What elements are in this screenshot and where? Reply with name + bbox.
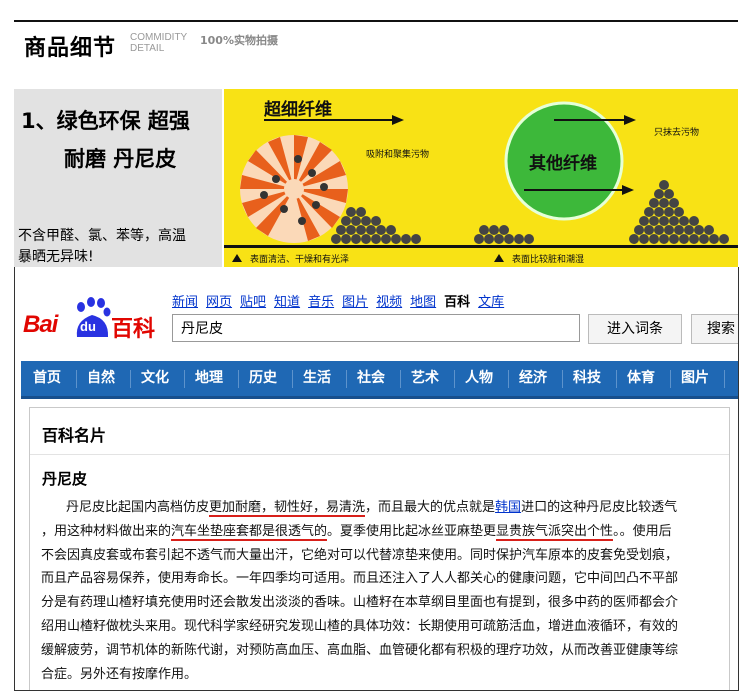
highlighted-text: 汽车坐垫座套都是很透气的 bbox=[171, 523, 328, 541]
paragraph-line: ，用这种材料做出来的汽车坐垫座套都是很透气的。夏季使用比起冰丝亚麻垫更显贵族气派… bbox=[41, 520, 731, 544]
baike-screenshot: Bai du 百科 新闻 网页 贴吧 知道 音乐 图片 视频 地图 百科 文库 丹尼皮 进入词条 … bbox=[14, 267, 739, 691]
text-span: 进口的这种丹尼皮比较透气 bbox=[521, 500, 678, 515]
category-divider bbox=[76, 370, 77, 388]
triangle-icon bbox=[494, 254, 504, 262]
nav-link-map[interactable]: 地图 bbox=[410, 295, 436, 310]
paragraph-line: 合症。另外还有按摩作用。 bbox=[41, 666, 198, 682]
feature-text-panel: 1、绿色环保 超强 耐磨 丹尼皮 不含甲醛、氯、苯等，高温 暴晒无异味! bbox=[14, 89, 222, 267]
category-technology[interactable]: 科技 bbox=[573, 361, 601, 396]
category-nature[interactable]: 自然 bbox=[87, 361, 115, 396]
logo-text-baike: 百科 bbox=[111, 317, 156, 342]
microfiber-title: 超细纤维 bbox=[264, 100, 332, 120]
panel-divider bbox=[30, 454, 729, 455]
search-input[interactable]: 丹尼皮 bbox=[172, 314, 580, 342]
highlighted-text: 更加耐磨，韧性好，易清洗 bbox=[209, 500, 366, 517]
logo-text-du: du bbox=[80, 319, 96, 334]
nav-link-zhidao[interactable]: 知道 bbox=[274, 295, 300, 310]
caption-left: 表面清洁、干燥和有光泽 bbox=[250, 255, 350, 265]
nav-link-baike-current[interactable]: 百科 bbox=[444, 295, 470, 310]
category-divider bbox=[508, 370, 509, 388]
other-fiber-title: 其他纤维 bbox=[529, 154, 597, 174]
paragraph-line: 不会因真皮套或布套引起不透气而大量出汗，它绝对可以代替凉垫来使用。同时保护汽车原… bbox=[41, 547, 679, 563]
category-home[interactable]: 首页 bbox=[33, 361, 61, 396]
fiber-comparison-illustration: 超细纤维 吸附和聚集污物 其他纤维 只抹去污物 表面清洁、干燥和有光泽 表面比较… bbox=[224, 89, 738, 267]
text-span: ，用这种材料做出来的 bbox=[41, 523, 172, 539]
nav-link-web[interactable]: 网页 bbox=[206, 295, 232, 310]
nav-link-music[interactable]: 音乐 bbox=[308, 295, 334, 310]
english-line-1: COMMIDITY bbox=[130, 32, 188, 43]
paragraph-line: 分是有药理山楂籽填充使用时还会散发出淡淡的香味。山楂籽在本草纲目里面也有提到，很… bbox=[41, 595, 679, 611]
microfiber-label: 吸附和聚集污物 bbox=[366, 150, 430, 160]
category-divider bbox=[400, 370, 401, 388]
category-divider bbox=[346, 370, 347, 388]
feature-headline-1: 1、绿色环保 超强 bbox=[21, 109, 190, 133]
category-divider bbox=[184, 370, 185, 388]
nav-link-wenku[interactable]: 文库 bbox=[478, 295, 504, 310]
paragraph-line: 缓解疲劳，调节机体的新陈代谢，对预防高血压、高血脂、血管硬化都有积极的理疗功效，… bbox=[41, 642, 679, 658]
entry-paragraph: 丹尼皮比起国内高档仿皮更加耐磨，韧性好，易清洗，而且最大的优点就是韩国进口的这种… bbox=[41, 496, 731, 686]
microfiber-fan-icon bbox=[240, 135, 348, 243]
highlighted-text: 显贵族气派突出个性 bbox=[496, 523, 614, 541]
paragraph-line: 丹尼皮比起国内高档仿皮更加耐磨，韧性好，易清洗，而且最大的优点就是韩国进口的这种… bbox=[41, 496, 731, 520]
category-nav-bar: 首页 自然 文化 地理 历史 生活 社会 艺术 人物 经济 科技 体育 图片 bbox=[21, 361, 738, 399]
category-divider bbox=[616, 370, 617, 388]
category-economy[interactable]: 经济 bbox=[519, 361, 547, 396]
text-span: ，而且最大的优点就是 bbox=[365, 500, 496, 515]
nav-link-news[interactable]: 新闻 bbox=[172, 295, 198, 310]
category-history[interactable]: 历史 bbox=[249, 361, 277, 396]
dirt-particles-left bbox=[331, 207, 421, 244]
baidu-baike-logo[interactable]: Bai du 百科 bbox=[23, 297, 163, 342]
entry-title: 丹尼皮 bbox=[42, 470, 88, 488]
category-society[interactable]: 社会 bbox=[357, 361, 385, 396]
paragraph-line: 而且产品容易保养，使用寿命长。一年四季均可适用。而且还注入了人人都关心的健康问题… bbox=[41, 571, 679, 587]
search-button[interactable]: 搜索 bbox=[691, 314, 738, 344]
section-title: 商品细节 bbox=[24, 36, 117, 61]
nav-link-video[interactable]: 视频 bbox=[376, 295, 402, 310]
category-life[interactable]: 生活 bbox=[303, 361, 331, 396]
category-art[interactable]: 艺术 bbox=[411, 361, 439, 396]
caption-right: 表面比较脏和潮湿 bbox=[512, 255, 585, 265]
panel-title: 百科名片 bbox=[42, 426, 107, 445]
text-span: 。夏季使用比起冰丝亚麻垫更 bbox=[327, 523, 497, 539]
category-divider bbox=[292, 370, 293, 388]
nav-link-images[interactable]: 图片 bbox=[342, 295, 368, 310]
category-divider bbox=[562, 370, 563, 388]
enter-entry-button[interactable]: 进入词条 bbox=[588, 314, 682, 344]
text-span: 丹尼皮比起国内高档仿皮 bbox=[66, 500, 210, 515]
feature-description-2: 暴晒无异味! bbox=[18, 249, 94, 265]
english-line-2: DETAIL bbox=[130, 43, 165, 54]
category-people[interactable]: 人物 bbox=[465, 361, 493, 396]
category-divider bbox=[724, 370, 725, 388]
nav-link-tieba[interactable]: 贴吧 bbox=[240, 295, 266, 310]
category-sports[interactable]: 体育 bbox=[627, 361, 655, 396]
feature-banner: 1、绿色环保 超强 耐磨 丹尼皮 不含甲醛、氯、苯等，高温 暴晒无异味! 超细纤… bbox=[14, 89, 738, 267]
category-divider bbox=[670, 370, 671, 388]
product-nav: 新闻 网页 贴吧 知道 音乐 图片 视频 地图 百科 文库 bbox=[172, 291, 512, 310]
logo-text-bai: Bai bbox=[23, 311, 58, 338]
paragraph-line: 绍用山楂籽做枕头来用。现代科学家经研究发现山楂的具体功效：长期使用可疏筋活血，增… bbox=[41, 618, 679, 634]
feature-headline-2: 耐磨 丹尼皮 bbox=[64, 147, 177, 171]
section-title-english: COMMIDITY DETAIL bbox=[130, 32, 187, 54]
section-subtitle: 100%实物拍摄 bbox=[200, 34, 278, 47]
category-divider bbox=[238, 370, 239, 388]
category-culture[interactable]: 文化 bbox=[141, 361, 169, 396]
triangle-icon bbox=[232, 254, 242, 262]
category-divider bbox=[454, 370, 455, 388]
baike-card-panel: 百科名片 丹尼皮 丹尼皮比起国内高档仿皮更加耐磨，韧性好，易清洗，而且最大的优点… bbox=[29, 407, 731, 690]
category-images[interactable]: 图片 bbox=[681, 361, 709, 396]
ground-line bbox=[224, 245, 738, 248]
feature-description-1: 不含甲醛、氯、苯等，高温 bbox=[18, 228, 186, 244]
category-divider bbox=[130, 370, 131, 388]
korea-link[interactable]: 韩国 bbox=[495, 500, 521, 515]
category-geography[interactable]: 地理 bbox=[195, 361, 223, 396]
other-fiber-label: 只抹去污物 bbox=[654, 128, 700, 138]
top-divider bbox=[14, 20, 738, 22]
text-span: 。。使用后 bbox=[613, 523, 672, 539]
